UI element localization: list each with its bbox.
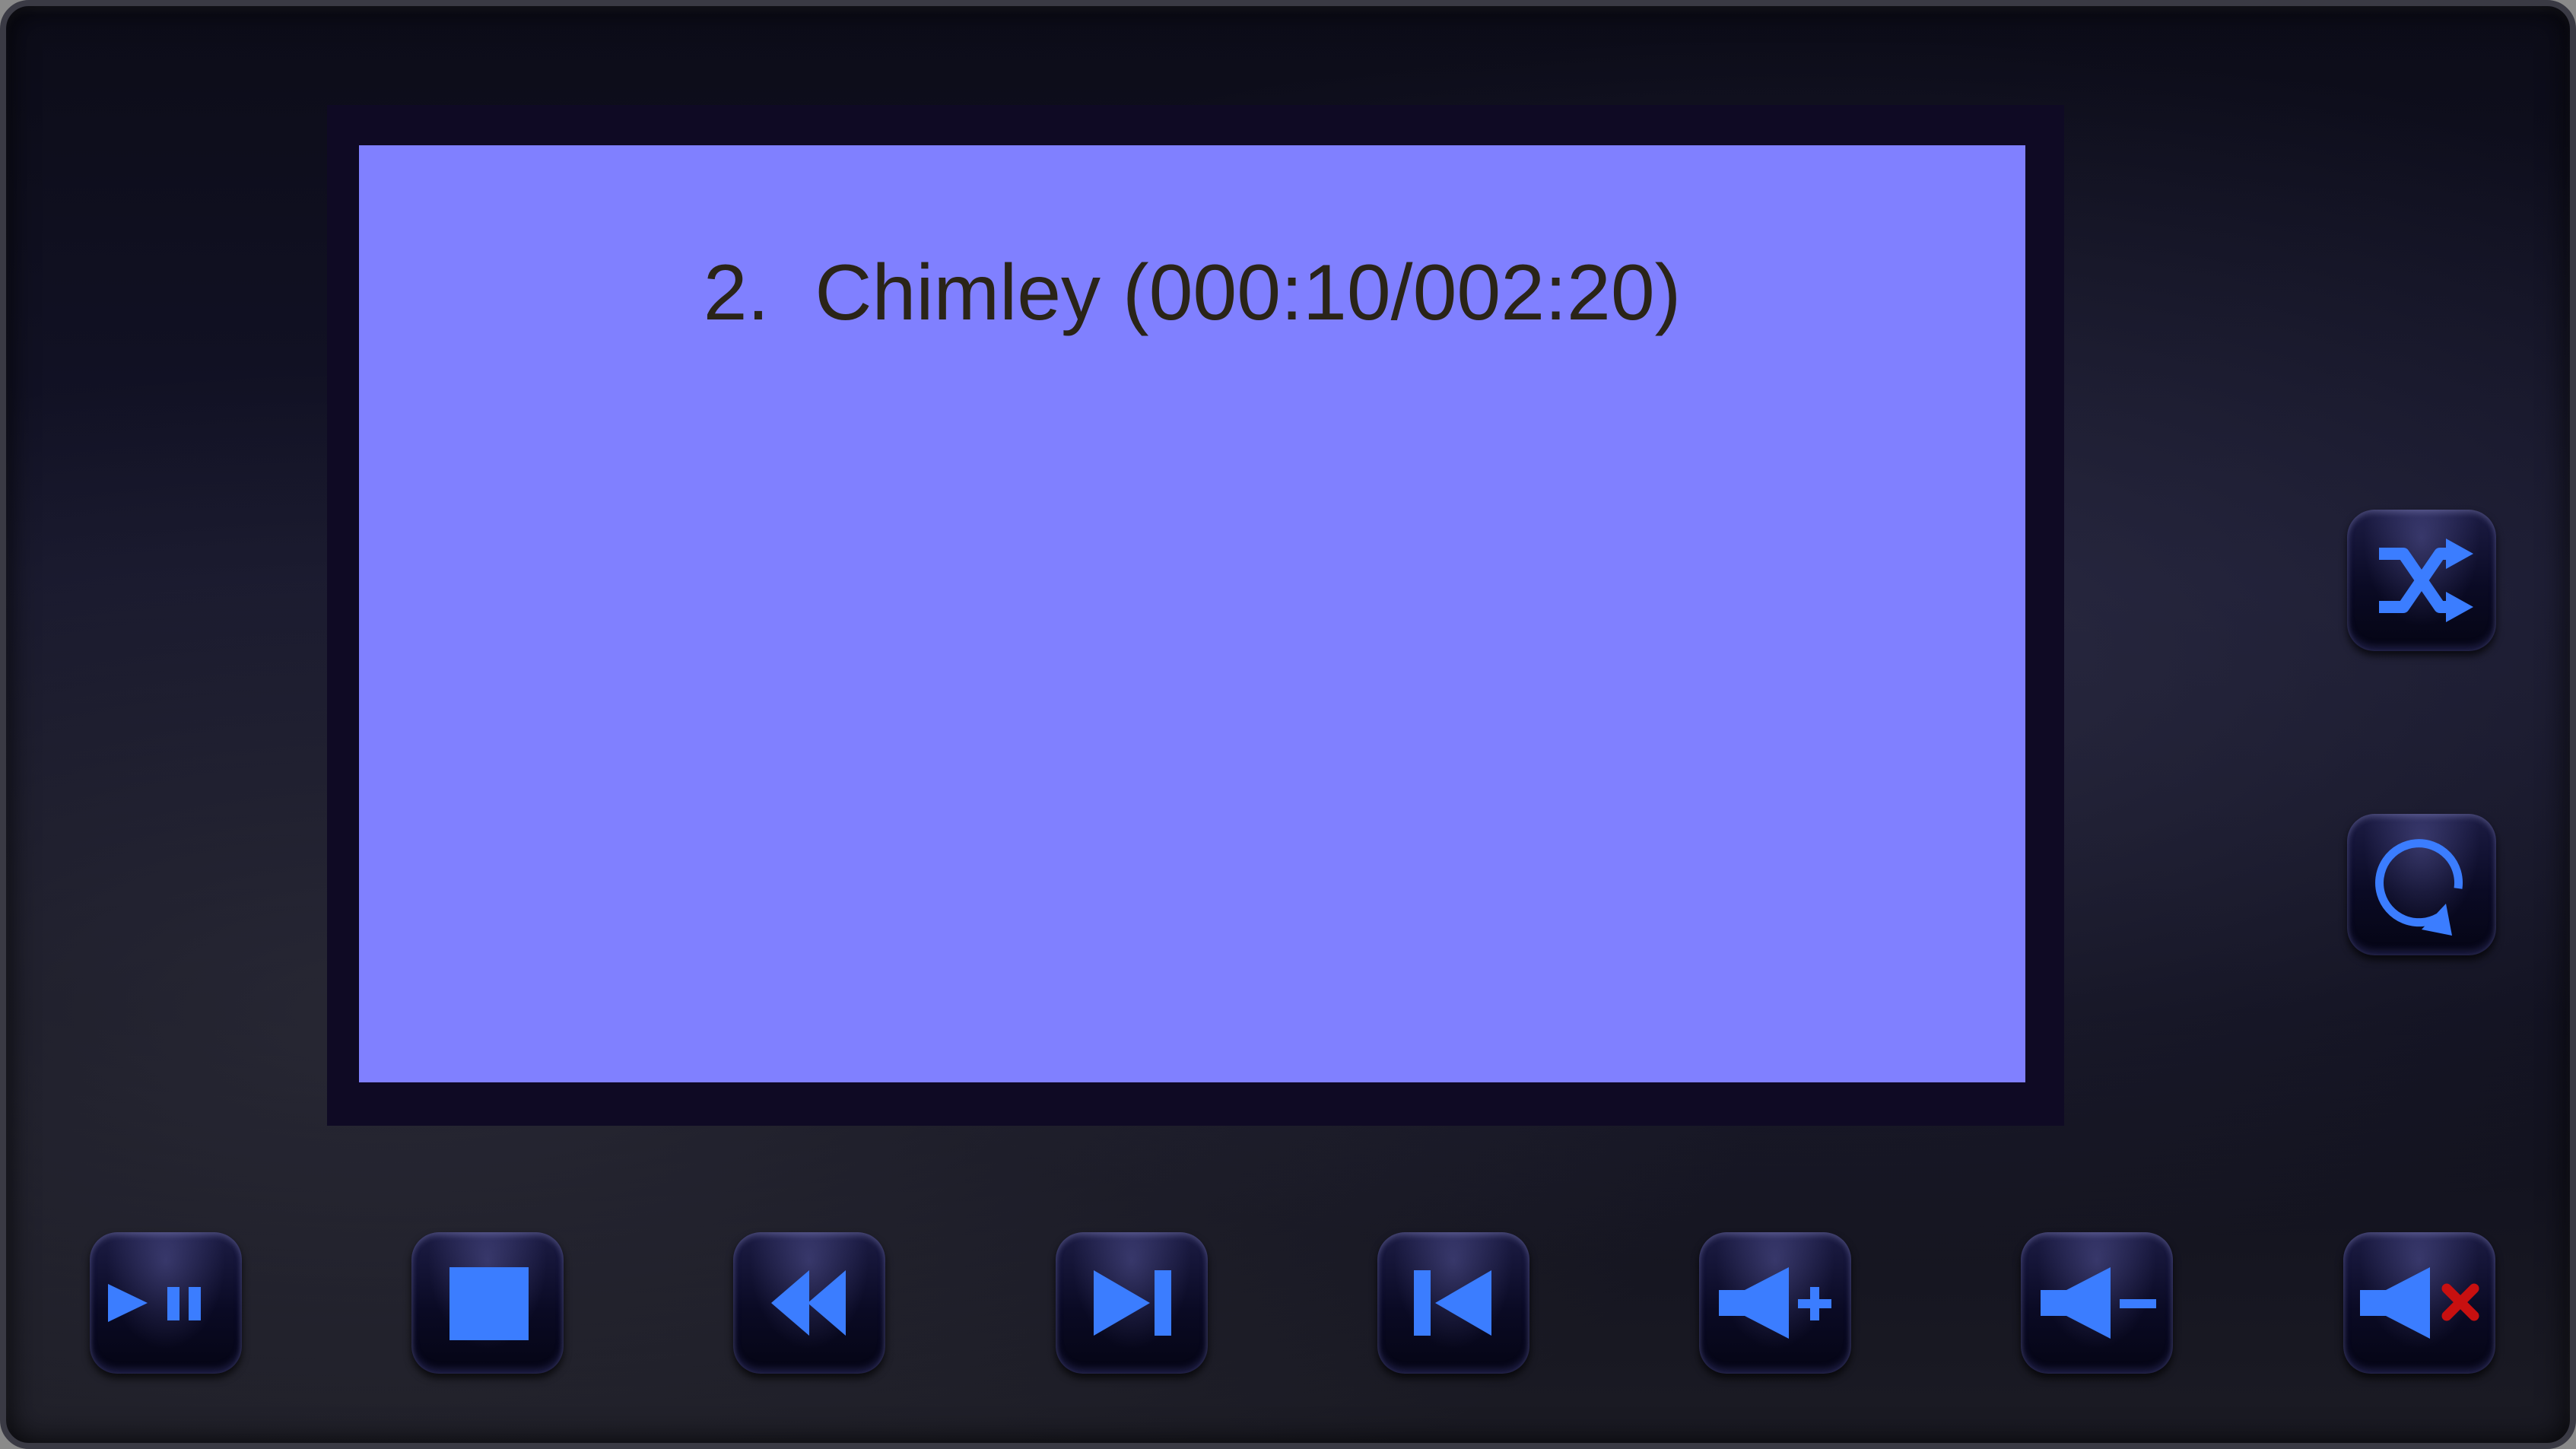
- volume-down-icon: [2041, 1267, 2156, 1339]
- rewind-button[interactable]: [733, 1232, 885, 1374]
- mute-icon: [2360, 1267, 2479, 1339]
- shuffle-icon: [2379, 539, 2473, 622]
- player-frame: 2. Chimley (000:10/002:20): [0, 0, 2576, 1449]
- repeat-icon: [2375, 839, 2463, 936]
- volume-up-button[interactable]: [1699, 1232, 1851, 1374]
- mute-button[interactable]: [2343, 1232, 2495, 1374]
- track-title-time: Chimley (000:10/002:20): [815, 249, 1682, 337]
- stop-button[interactable]: [411, 1232, 564, 1374]
- play-pause-button[interactable]: [90, 1232, 242, 1374]
- volume-down-button[interactable]: [2021, 1232, 2173, 1374]
- volume-up-icon: [1719, 1267, 1831, 1339]
- previous-track-button[interactable]: [1377, 1232, 1529, 1374]
- display-screen: 2. Chimley (000:10/002:20): [359, 145, 2025, 1082]
- skip-next-icon: [1094, 1270, 1171, 1336]
- track-number: 2.: [703, 249, 770, 337]
- stop-icon: [449, 1267, 529, 1340]
- play-pause-icon: [108, 1284, 201, 1322]
- rewind-icon: [771, 1270, 846, 1336]
- repeat-button[interactable]: [2347, 814, 2496, 955]
- now-playing-line: 2. Chimley (000:10/002:20): [359, 248, 2025, 338]
- next-track-button[interactable]: [1056, 1232, 1208, 1374]
- shuffle-button[interactable]: [2347, 510, 2496, 651]
- skip-previous-icon: [1414, 1270, 1491, 1336]
